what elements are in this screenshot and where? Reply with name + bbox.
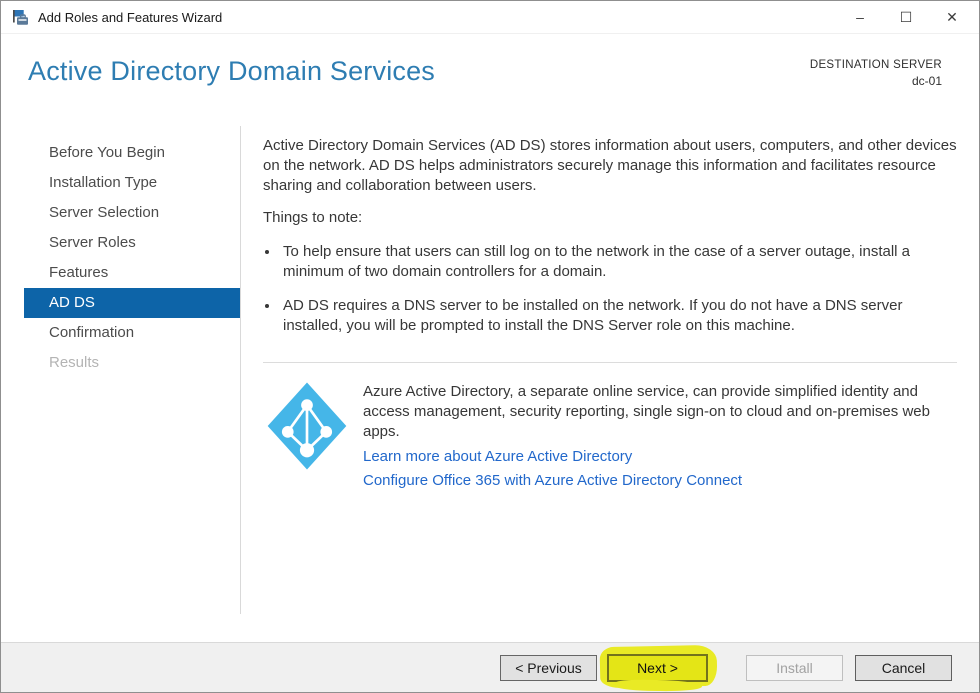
close-button[interactable]: ✕	[929, 1, 975, 33]
wizard-content: Active Directory Domain Services (AD DS)…	[241, 120, 979, 642]
cancel-button[interactable]: Cancel	[855, 654, 952, 681]
window-controls: – ☐ ✕	[837, 1, 975, 33]
sidebar-item-installation-type[interactable]: Installation Type	[24, 168, 241, 198]
maximize-button[interactable]: ☐	[883, 1, 929, 33]
wizard-body: Before You Begin Installation Type Serve…	[1, 120, 979, 642]
azure-description: Azure Active Directory, a separate onlin…	[363, 383, 930, 440]
destination-server-block: DESTINATION SERVER dc-01	[810, 54, 942, 120]
destination-server-label: DESTINATION SERVER	[809, 59, 942, 71]
things-to-note-label: Things to note:	[263, 209, 363, 226]
sidebar-item-features[interactable]: Features	[24, 258, 241, 288]
wizard-header: Active Directory Domain Services DESTINA…	[1, 34, 979, 120]
sidebar-item-confirmation[interactable]: Confirmation	[24, 318, 241, 348]
azure-active-directory-icon	[265, 380, 349, 472]
minimize-button[interactable]: –	[837, 1, 883, 33]
configure-office365-link[interactable]: Configure Office 365 with Azure Active D…	[363, 471, 742, 490]
previous-button[interactable]: < Previous	[500, 654, 597, 681]
intro-paragraph: Active Directory Domain Services (AD DS)…	[263, 137, 957, 194]
sidebar-item-before-you-begin[interactable]: Before You Begin	[24, 138, 241, 168]
titlebar: Add Roles and Features Wizard – ☐ ✕	[1, 1, 979, 34]
wizard-footer: < Previous Next > Install Cancel	[1, 642, 979, 692]
next-button[interactable]: Next >	[607, 653, 708, 682]
section-divider	[263, 362, 957, 363]
note-bullet: To help ensure that users can still log …	[280, 242, 959, 282]
azure-ad-section: Azure Active Directory, a separate onlin…	[263, 380, 959, 490]
sidebar-item-server-roles[interactable]: Server Roles	[24, 228, 241, 258]
page-title: Active Directory Domain Services	[28, 56, 436, 86]
window-title: Add Roles and Features Wizard	[38, 9, 223, 25]
next-button-highlight: Next >	[607, 653, 708, 682]
install-button: Install	[746, 654, 843, 681]
learn-more-azure-ad-link[interactable]: Learn more about Azure Active Directory	[363, 447, 632, 466]
wizard-window: Add Roles and Features Wizard – ☐ ✕ Acti…	[0, 0, 980, 693]
things-to-note-list: To help ensure that users can still log …	[263, 242, 959, 336]
destination-server-value: dc-01	[911, 74, 942, 88]
sidebar-item-results: Results	[49, 354, 100, 371]
add-roles-wizard-icon	[12, 9, 29, 26]
sidebar-item-server-selection[interactable]: Server Selection	[24, 198, 241, 228]
wizard-steps-sidebar: Before You Begin Installation Type Serve…	[1, 120, 241, 642]
azure-text-block: Azure Active Directory, a separate onlin…	[363, 380, 959, 490]
sidebar-item-ad-ds[interactable]: AD DS	[24, 288, 241, 318]
note-bullet: AD DS requires a DNS server to be instal…	[280, 296, 959, 336]
